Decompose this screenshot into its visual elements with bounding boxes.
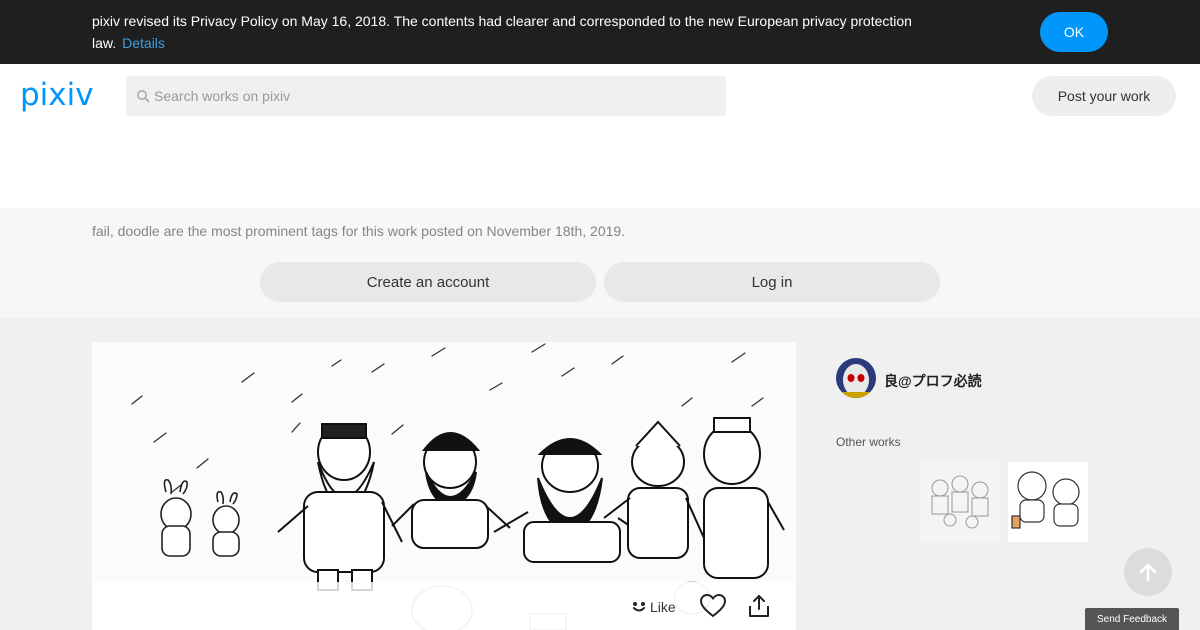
privacy-ok-button[interactable]: OK [1040, 12, 1108, 52]
search-input[interactable] [154, 76, 714, 116]
send-feedback-button[interactable]: Send Feedback [1085, 608, 1179, 630]
author-avatar[interactable] [836, 358, 876, 398]
like-button[interactable]: Like [632, 596, 676, 618]
signup-section: fail, doodle are the most prominent tags… [0, 208, 1200, 318]
like-label: Like [650, 599, 676, 615]
other-works-label: Other works [836, 435, 901, 449]
privacy-message: pixiv revised its Privacy Policy on May … [92, 10, 952, 54]
share-icon[interactable] [748, 594, 770, 618]
arrow-up-icon [1139, 563, 1157, 582]
scroll-to-top-button[interactable] [1124, 548, 1172, 596]
post-work-button[interactable]: Post your work [1032, 76, 1176, 116]
logo-text: pixiv [20, 78, 94, 113]
like-icon [633, 602, 645, 612]
privacy-details-link[interactable]: Details [122, 35, 165, 51]
privacy-banner: pixiv revised its Privacy Policy on May … [0, 0, 1200, 64]
create-account-button[interactable]: Create an account [260, 262, 596, 302]
site-header: pixiv Post your work [0, 64, 1200, 208]
artwork-action-bar: Like [92, 582, 796, 630]
other-work-thumbnail[interactable] [1008, 462, 1088, 542]
search-icon [137, 90, 150, 103]
login-button[interactable]: Log in [604, 262, 940, 302]
author-name[interactable]: 良@プロフ必読 [884, 371, 982, 391]
search-bar [126, 76, 726, 116]
heart-icon[interactable] [700, 594, 726, 618]
pixiv-logo[interactable]: pixiv [20, 77, 104, 119]
main-content: Like 良@プロフ必読 Other works Send Feedback [0, 318, 1200, 630]
tag-summary: fail, doodle are the most prominent tags… [92, 223, 626, 239]
other-work-thumbnail[interactable] [920, 462, 1000, 542]
privacy-message-text: pixiv revised its Privacy Policy on May … [92, 13, 912, 51]
